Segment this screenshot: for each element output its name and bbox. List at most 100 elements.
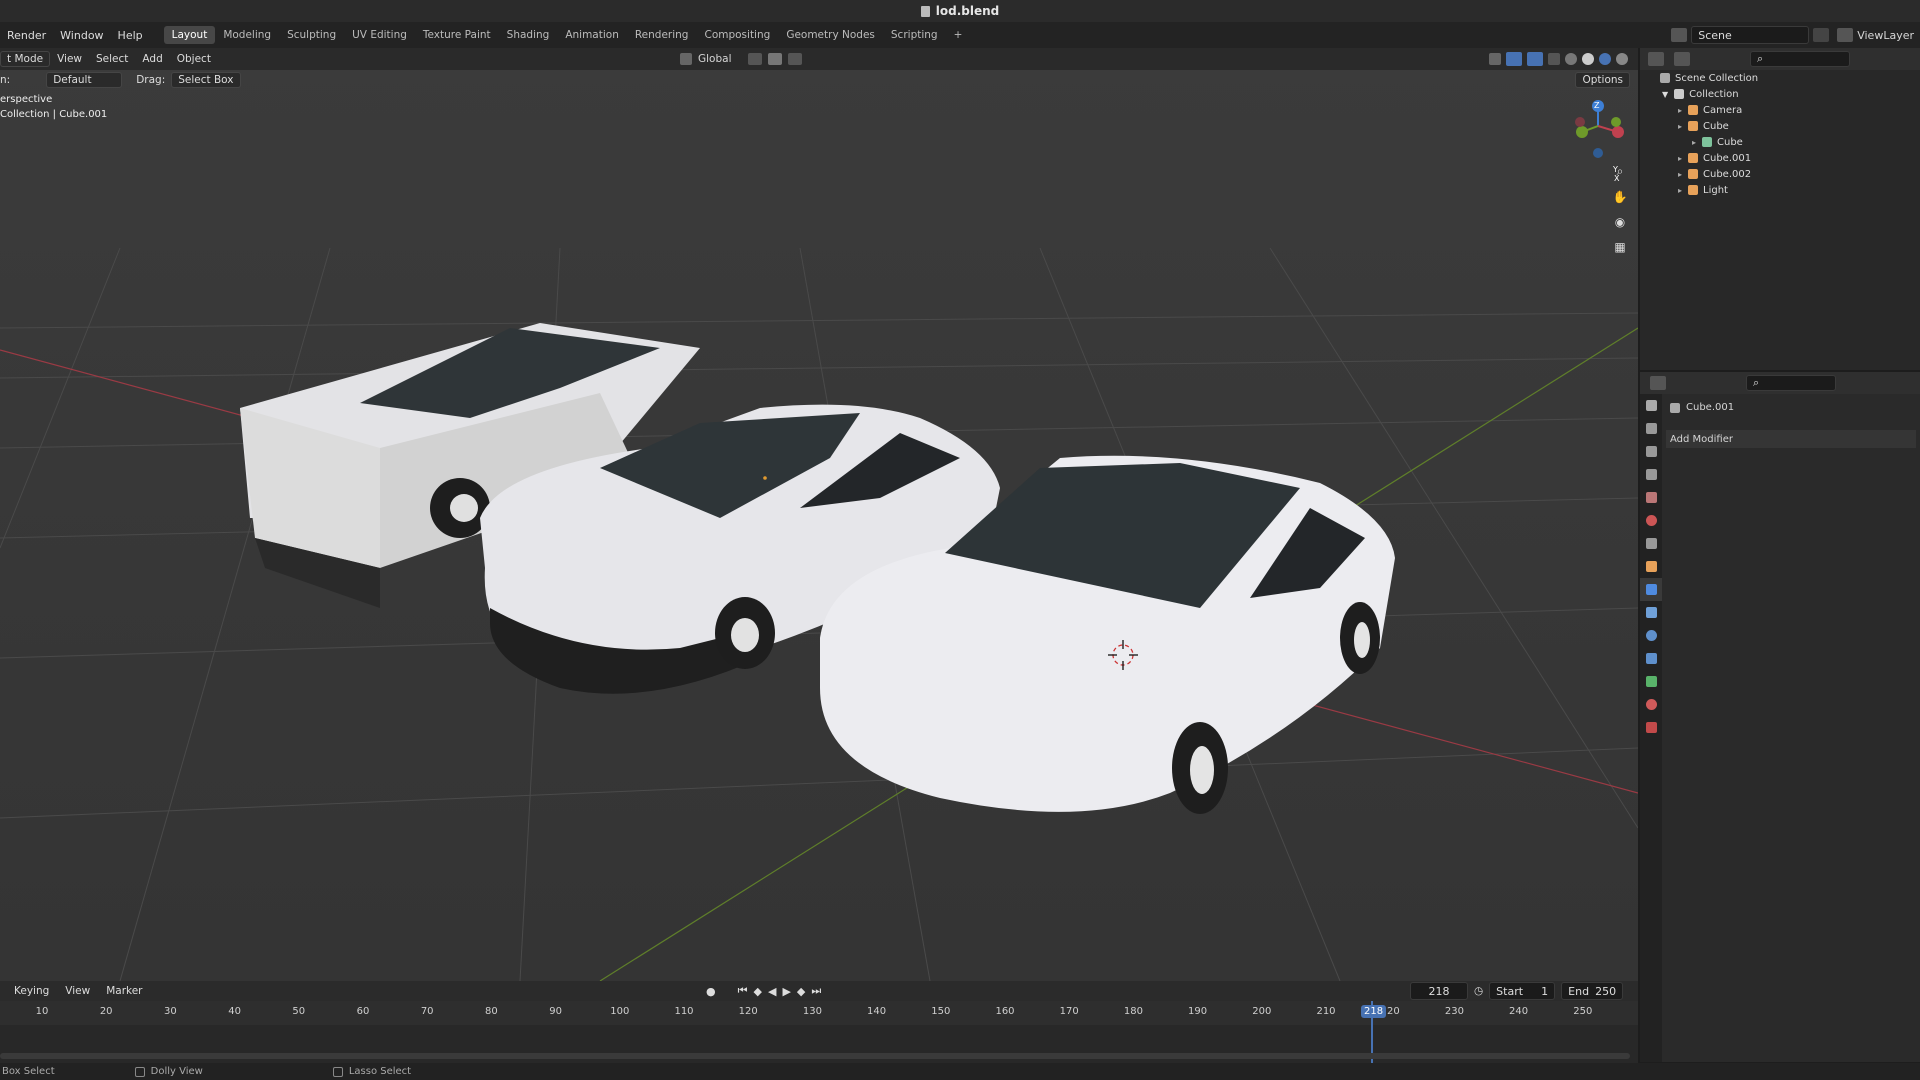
data-tab[interactable] bbox=[1640, 670, 1662, 693]
outliner-item[interactable]: ▸ Camera bbox=[1640, 102, 1920, 118]
tab-rendering[interactable]: Rendering bbox=[627, 26, 697, 44]
outliner-collection[interactable]: ▼ Collection bbox=[1640, 86, 1920, 102]
expand-arrow-icon[interactable]: ▸ bbox=[1678, 106, 1682, 115]
viewport-menu-view[interactable]: View bbox=[50, 53, 89, 65]
viewlayer-icon[interactable] bbox=[1837, 28, 1854, 42]
rendered-shading-icon[interactable] bbox=[1616, 53, 1628, 65]
expand-arrow-icon[interactable]: ▸ bbox=[1678, 186, 1682, 195]
timeline-menu-keying[interactable]: Keying bbox=[0, 985, 57, 997]
scene-icon[interactable] bbox=[1671, 28, 1688, 42]
outliner-item[interactable]: ▸ Cube.002 bbox=[1640, 166, 1920, 182]
new-scene-icon[interactable] bbox=[1813, 28, 1830, 42]
camera-view-icon[interactable]: ◉ bbox=[1609, 211, 1631, 233]
viewlayer-name[interactable]: ViewLayer bbox=[1857, 29, 1920, 42]
display-mode-icon[interactable] bbox=[1674, 52, 1690, 66]
viewport-menu-add[interactable]: Add bbox=[135, 53, 169, 65]
next-key-icon[interactable]: ◆ bbox=[797, 985, 805, 998]
start-frame-field[interactable]: Start 1 bbox=[1489, 982, 1556, 1000]
tab-scripting[interactable]: Scripting bbox=[883, 26, 946, 44]
timeline-menu-marker[interactable]: Marker bbox=[98, 985, 150, 997]
clock-icon[interactable]: ◷ bbox=[1474, 985, 1483, 997]
physics-tab[interactable] bbox=[1640, 624, 1662, 647]
outliner-item[interactable]: ▸ Cube.001 bbox=[1640, 150, 1920, 166]
render-tab[interactable] bbox=[1640, 417, 1662, 440]
end-frame-field[interactable]: End 250 bbox=[1561, 982, 1624, 1000]
viewport-menu-object[interactable]: Object bbox=[170, 53, 218, 65]
expand-arrow-icon[interactable]: ▸ bbox=[1692, 138, 1696, 147]
scene-selector[interactable]: Scene bbox=[1691, 26, 1810, 44]
tool-tab[interactable] bbox=[1640, 394, 1662, 417]
viewport-scene[interactable] bbox=[0, 48, 1638, 981]
snap-icon[interactable] bbox=[767, 53, 782, 65]
object-tab[interactable] bbox=[1640, 555, 1662, 578]
menu-render[interactable]: Render bbox=[0, 29, 53, 42]
collection-tab[interactable] bbox=[1640, 532, 1662, 555]
tab-layout[interactable]: Layout bbox=[163, 26, 216, 44]
outliner-scene-collection[interactable]: Scene Collection bbox=[1640, 70, 1920, 86]
expand-arrow-icon[interactable]: ▸ bbox=[1678, 170, 1682, 179]
overlay-toggle-icon[interactable] bbox=[1527, 52, 1543, 66]
drag-dropdown[interactable]: Select Box bbox=[171, 72, 241, 88]
current-frame-field[interactable]: 218 bbox=[1410, 982, 1468, 1000]
pan-hand-icon[interactable]: ✋ bbox=[1609, 186, 1631, 208]
frame-ruler[interactable]: 10 20 30 40 50 60 70 80 90 100 110 120 130 140 150 160 1… bbox=[0, 1001, 1638, 1025]
solid-shading-icon[interactable] bbox=[1582, 53, 1594, 65]
orientation-dropdown[interactable]: Global bbox=[698, 53, 732, 65]
options-dropdown[interactable]: Options bbox=[1575, 72, 1630, 88]
gizmo-toggle-icon[interactable] bbox=[1506, 52, 1522, 66]
outliner-item[interactable]: ▸ Cube bbox=[1640, 118, 1920, 134]
wireframe-shading-icon[interactable] bbox=[1565, 53, 1577, 65]
constraints-tab[interactable] bbox=[1640, 647, 1662, 670]
prev-key-icon[interactable]: ◆ bbox=[754, 985, 762, 998]
properties-panel[interactable]: ⌕ Cube.001 Add Modifier bbox=[1640, 372, 1920, 1062]
jump-start-icon[interactable]: ⏮ bbox=[738, 984, 748, 998]
play-reverse-icon[interactable]: ◀ bbox=[768, 985, 776, 998]
jump-end-icon[interactable]: ⏭ bbox=[811, 984, 821, 998]
outliner-panel[interactable]: ⌕ Scene Collection ▼ Collection ▸ Camera ▸… bbox=[1640, 48, 1920, 370]
outliner-editor-type-icon[interactable] bbox=[1648, 52, 1664, 66]
timeline-scrollbar[interactable] bbox=[0, 1053, 1630, 1059]
tab-modeling[interactable]: Modeling bbox=[215, 26, 279, 44]
proportional-edit-icon[interactable] bbox=[787, 53, 802, 65]
tab-compositing[interactable]: Compositing bbox=[696, 26, 778, 44]
properties-editor-type-icon[interactable] bbox=[1650, 376, 1666, 390]
outliner-item[interactable]: ▸ Cube bbox=[1640, 134, 1920, 150]
expand-arrow-icon[interactable]: ▸ bbox=[1678, 154, 1682, 163]
output-tab[interactable] bbox=[1640, 440, 1662, 463]
world-tab[interactable] bbox=[1640, 509, 1662, 532]
playhead-frame-badge[interactable]: 218 bbox=[1361, 1005, 1387, 1018]
modifier-tab[interactable] bbox=[1640, 578, 1662, 601]
material-tab[interactable] bbox=[1640, 693, 1662, 716]
play-icon[interactable]: ▶ bbox=[782, 985, 790, 998]
view-layer-tab[interactable] bbox=[1640, 463, 1662, 486]
tab-texture-paint[interactable]: Texture Paint bbox=[415, 26, 499, 44]
zoom-icon[interactable]: ⌕ bbox=[1609, 160, 1631, 182]
scene-tab[interactable] bbox=[1640, 486, 1662, 509]
xray-icon[interactable] bbox=[1548, 53, 1560, 65]
mode-dropdown[interactable]: t Mode bbox=[0, 51, 51, 67]
timeline-menu-view[interactable]: View bbox=[57, 985, 98, 997]
particles-tab[interactable] bbox=[1640, 601, 1662, 624]
viewport-menu-select[interactable]: Select bbox=[89, 53, 135, 65]
add-workspace-button[interactable]: + bbox=[946, 26, 971, 44]
outliner-search-input[interactable]: ⌕ bbox=[1750, 51, 1850, 67]
menu-window[interactable]: Window bbox=[53, 29, 110, 42]
tab-uv-editing[interactable]: UV Editing bbox=[344, 26, 415, 44]
outliner-item[interactable]: ▸ Light bbox=[1640, 182, 1920, 198]
timeline-editor[interactable]: Keying View Marker ● ⏮ ◆ ◀ ▶ ◆ ⏭ 218 ◷ S… bbox=[0, 981, 1638, 1063]
record-icon[interactable]: ● bbox=[706, 985, 716, 998]
expand-arrow-icon[interactable]: ▼ bbox=[1662, 90, 1668, 99]
tab-geometry-nodes[interactable]: Geometry Nodes bbox=[778, 26, 883, 44]
tab-sculpting[interactable]: Sculpting bbox=[279, 26, 344, 44]
menu-help[interactable]: Help bbox=[111, 29, 150, 42]
3d-viewport[interactable]: Z X Y t Mode View Select Add Object Glob… bbox=[0, 48, 1638, 981]
ortho-grid-icon[interactable]: ▦ bbox=[1609, 236, 1631, 258]
orientation-default-dropdown[interactable]: Default bbox=[46, 72, 123, 88]
add-modifier-button[interactable]: Add Modifier bbox=[1666, 430, 1916, 448]
tab-shading[interactable]: Shading bbox=[499, 26, 558, 44]
texture-tab[interactable] bbox=[1640, 716, 1662, 739]
expand-arrow-icon[interactable]: ▸ bbox=[1678, 122, 1682, 131]
visibility-icon[interactable] bbox=[1489, 53, 1501, 65]
tab-animation[interactable]: Animation bbox=[557, 26, 627, 44]
pivot-icon[interactable] bbox=[747, 53, 762, 65]
